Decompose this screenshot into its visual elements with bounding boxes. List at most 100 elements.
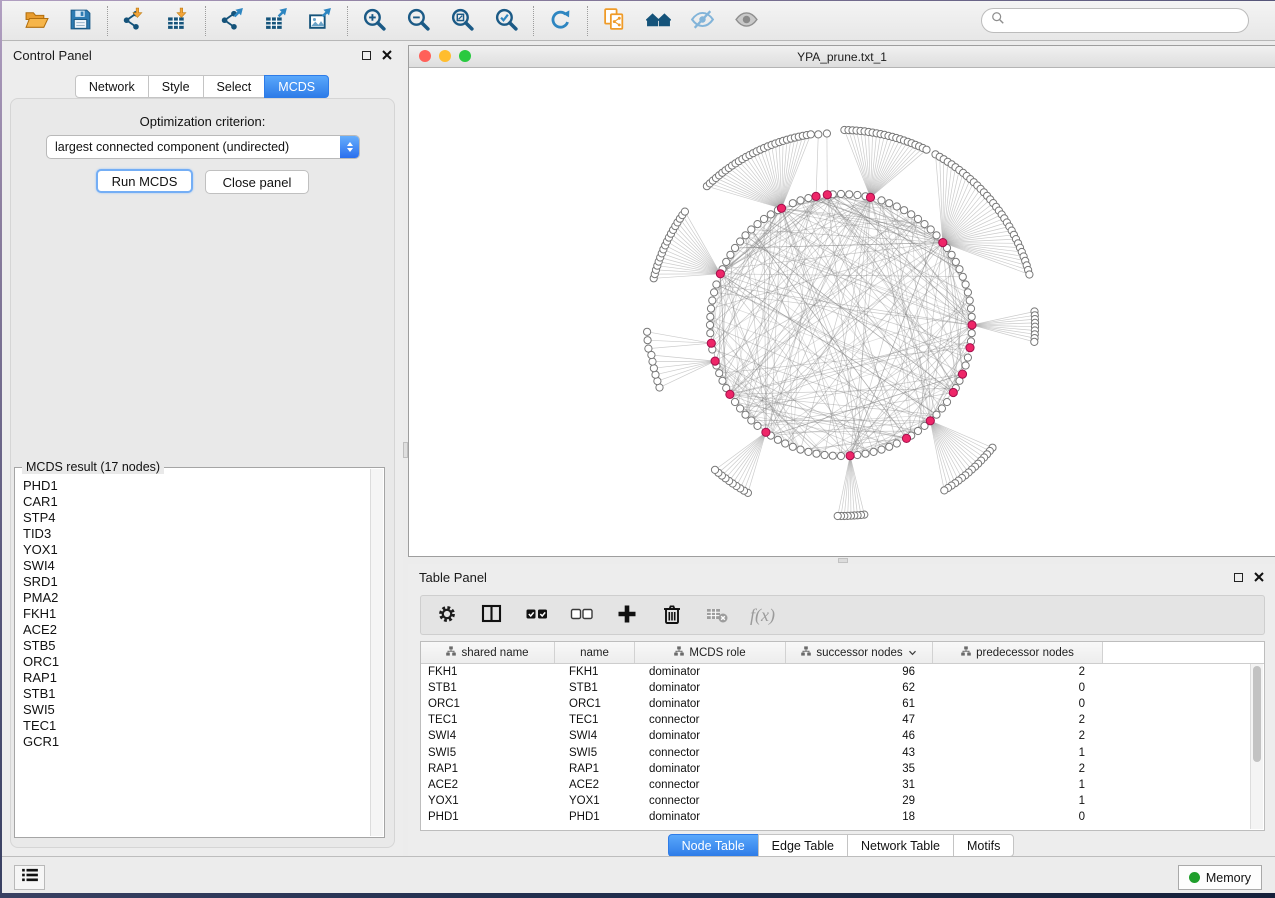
mcds-hub-node[interactable] — [711, 357, 719, 365]
table-row[interactable]: TEC1TEC1connector472 — [421, 712, 1264, 728]
show-all-button[interactable] — [733, 7, 760, 34]
mcds-result-item[interactable]: STP4 — [21, 510, 368, 526]
deselect-all-button[interactable] — [570, 602, 594, 629]
run-mcds-button[interactable]: Run MCDS — [96, 169, 193, 193]
network-node[interactable] — [962, 281, 969, 288]
network-node[interactable] — [914, 427, 921, 434]
network-node[interactable] — [737, 238, 744, 245]
export-network-button[interactable] — [219, 7, 246, 34]
tab-network-table[interactable]: Network Table — [847, 834, 954, 857]
mcds-result-item[interactable]: PHD1 — [21, 478, 368, 494]
network-node[interactable] — [886, 200, 893, 207]
refresh-button[interactable] — [547, 7, 574, 34]
network-node[interactable] — [893, 440, 900, 447]
network-node[interactable] — [878, 197, 885, 204]
network-leaf-node[interactable] — [941, 487, 948, 494]
network-node[interactable] — [719, 377, 726, 384]
mcds-list-scrollbar[interactable] — [370, 469, 383, 836]
network-node[interactable] — [927, 226, 934, 233]
mcds-result-item[interactable]: STB5 — [21, 638, 368, 654]
network-canvas[interactable] — [409, 67, 1275, 556]
network-node[interactable] — [754, 221, 761, 228]
tab-node-table[interactable]: Node Table — [668, 834, 759, 857]
network-node[interactable] — [837, 452, 844, 459]
network-node[interactable] — [707, 313, 714, 320]
network-node[interactable] — [933, 232, 940, 239]
open-button[interactable] — [23, 7, 50, 34]
network-node[interactable] — [959, 273, 966, 280]
mcds-hub-node[interactable] — [966, 344, 974, 352]
mcds-hub-node[interactable] — [939, 239, 947, 247]
neighbors-button[interactable] — [645, 7, 672, 34]
table-row[interactable]: ACE2ACE2connector311 — [421, 777, 1264, 793]
table-row[interactable]: ORC1ORC1dominator610 — [421, 696, 1264, 712]
minimize-window-icon[interactable] — [439, 50, 451, 62]
network-leaf-node[interactable] — [644, 328, 651, 335]
mcds-hub-node[interactable] — [726, 390, 734, 398]
mcds-hub-node[interactable] — [762, 428, 770, 436]
column-header-successor-nodes[interactable]: successor nodes — [786, 642, 933, 663]
tab-motifs[interactable]: Motifs — [953, 834, 1014, 857]
network-node[interactable] — [854, 191, 861, 198]
mcds-result-item[interactable]: YOX1 — [21, 542, 368, 558]
network-node[interactable] — [713, 281, 720, 288]
network-node[interactable] — [723, 258, 730, 265]
select-all-button[interactable] — [525, 602, 549, 629]
network-node[interactable] — [962, 362, 969, 369]
table-row[interactable]: SWI5SWI5connector431 — [421, 744, 1264, 760]
network-node[interactable] — [727, 251, 734, 258]
delete-button[interactable] — [660, 602, 684, 629]
network-node[interactable] — [797, 446, 804, 453]
network-node[interactable] — [742, 411, 749, 418]
mcds-hub-node[interactable] — [926, 417, 934, 425]
table-row[interactable]: YOX1YOX1connector291 — [421, 793, 1264, 809]
mcds-hub-node[interactable] — [866, 193, 874, 201]
export-image-button[interactable] — [307, 7, 334, 34]
zoom-out-button[interactable] — [405, 7, 432, 34]
network-node[interactable] — [742, 232, 749, 239]
float-panel-icon[interactable] — [362, 51, 371, 60]
network-leaf-node[interactable] — [1031, 338, 1038, 345]
network-node[interactable] — [878, 446, 885, 453]
table-row[interactable]: STB1STB1dominator620 — [421, 680, 1264, 696]
network-node[interactable] — [805, 448, 812, 455]
tab-edge-table[interactable]: Edge Table — [758, 834, 848, 857]
network-node[interactable] — [846, 191, 853, 198]
network-node[interactable] — [731, 244, 738, 251]
mcds-result-item[interactable]: PMA2 — [21, 590, 368, 606]
column-header-MCDS-role[interactable]: MCDS role — [635, 642, 786, 663]
network-node[interactable] — [707, 305, 714, 312]
mcds-hub-node[interactable] — [716, 270, 724, 278]
mcds-result-item[interactable]: SRD1 — [21, 574, 368, 590]
network-node[interactable] — [952, 258, 959, 265]
network-leaf-node[interactable] — [1026, 271, 1033, 278]
tab-network[interactable]: Network — [75, 75, 149, 98]
column-header-shared-name[interactable]: shared name — [421, 642, 555, 663]
close-panel-icon[interactable] — [382, 50, 392, 60]
network-node[interactable] — [782, 440, 789, 447]
network-node[interactable] — [767, 211, 774, 218]
mcds-result-item[interactable]: GCR1 — [21, 734, 368, 750]
mcds-result-item[interactable]: STB1 — [21, 686, 368, 702]
close-window-icon[interactable] — [419, 50, 431, 62]
network-leaf-node[interactable] — [649, 358, 656, 365]
network-node[interactable] — [908, 211, 915, 218]
network-leaf-node[interactable] — [681, 208, 688, 215]
zoom-in-button[interactable] — [361, 7, 388, 34]
network-node[interactable] — [789, 443, 796, 450]
columns-button[interactable] — [480, 602, 504, 629]
float-table-panel-icon[interactable] — [1234, 573, 1243, 582]
network-node[interactable] — [956, 266, 963, 273]
column-header-predecessor-nodes[interactable]: predecessor nodes — [933, 642, 1103, 663]
mcds-result-list[interactable]: PHD1CAR1STP4TID3YOX1SWI4SRD1PMA2FKH1ACE2… — [21, 478, 368, 833]
network-node[interactable] — [748, 226, 755, 233]
network-node[interactable] — [706, 321, 713, 328]
hide-selected-button[interactable] — [689, 7, 716, 34]
memory-button[interactable]: Memory — [1178, 865, 1262, 890]
mcds-result-item[interactable]: FKH1 — [21, 606, 368, 622]
network-node[interactable] — [829, 452, 836, 459]
mcds-result-item[interactable]: SWI4 — [21, 558, 368, 574]
network-node[interactable] — [711, 289, 718, 296]
network-node[interactable] — [754, 422, 761, 429]
network-leaf-node[interactable] — [834, 512, 841, 519]
